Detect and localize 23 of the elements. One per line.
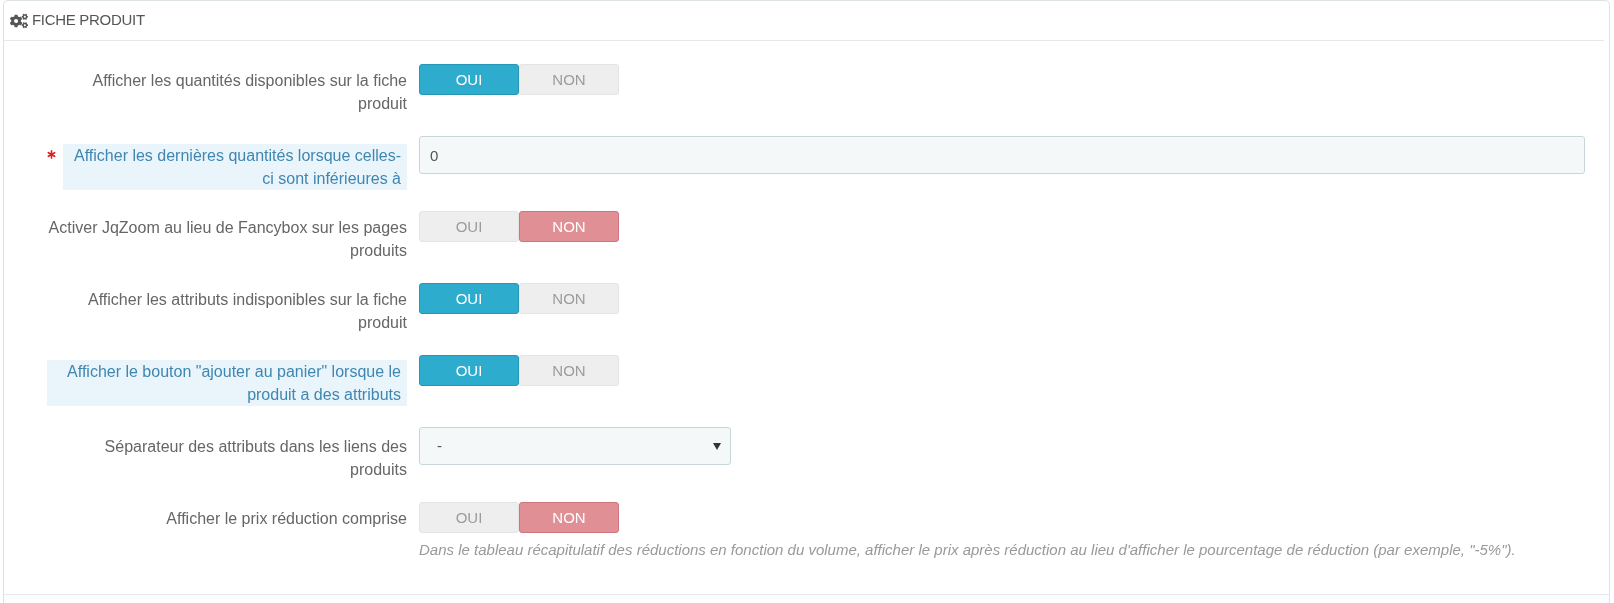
select-dropdown[interactable]: - xyxy=(419,427,731,465)
toggle-option[interactable]: OUI xyxy=(419,64,519,95)
text-input[interactable]: 0 xyxy=(419,136,1585,174)
field-label: Séparateur des attributs dans les liens des produits xyxy=(103,437,407,480)
toggle-option[interactable]: NON xyxy=(519,64,619,95)
help-text: Dans le tableau récapitulatif des réductions en fonction du volume, afficher le prix après réduction au lieu d'afficher le pourcentage de réduction (par exemple, "-5%"). xyxy=(419,541,1517,559)
toggle-option[interactable]: OUI xyxy=(419,283,519,314)
toggle-option[interactable]: OUI xyxy=(419,502,519,533)
panel-title: FICHE PRODUIT xyxy=(32,10,145,31)
field-label: Activer JqZoom au lieu de Fancybox sur les pages produits xyxy=(47,218,407,261)
caret-down-icon xyxy=(713,442,721,450)
field-label: Afficher le prix réduction comprise xyxy=(166,509,407,529)
toggle-option[interactable]: NON xyxy=(519,502,619,533)
field-label: Afficher les dernières quantités lorsque celles-ci sont inférieures à xyxy=(63,144,407,190)
field-label: Afficher les quantités disponibles sur la fiche produit xyxy=(91,71,407,114)
toggle-option[interactable]: OUI xyxy=(419,355,519,386)
gears-icon xyxy=(10,12,28,29)
field-label: Afficher le bouton "ajouter au panier" lorsque le produit a des attributs xyxy=(47,360,407,406)
field-label: Afficher les attributs indisponibles sur la fiche produit xyxy=(87,290,407,333)
toggle-option[interactable]: OUI xyxy=(419,211,519,242)
toggle-option[interactable]: NON xyxy=(519,283,619,314)
toggle-option[interactable]: NON xyxy=(519,211,619,242)
toggle-option[interactable]: NON xyxy=(519,355,619,386)
